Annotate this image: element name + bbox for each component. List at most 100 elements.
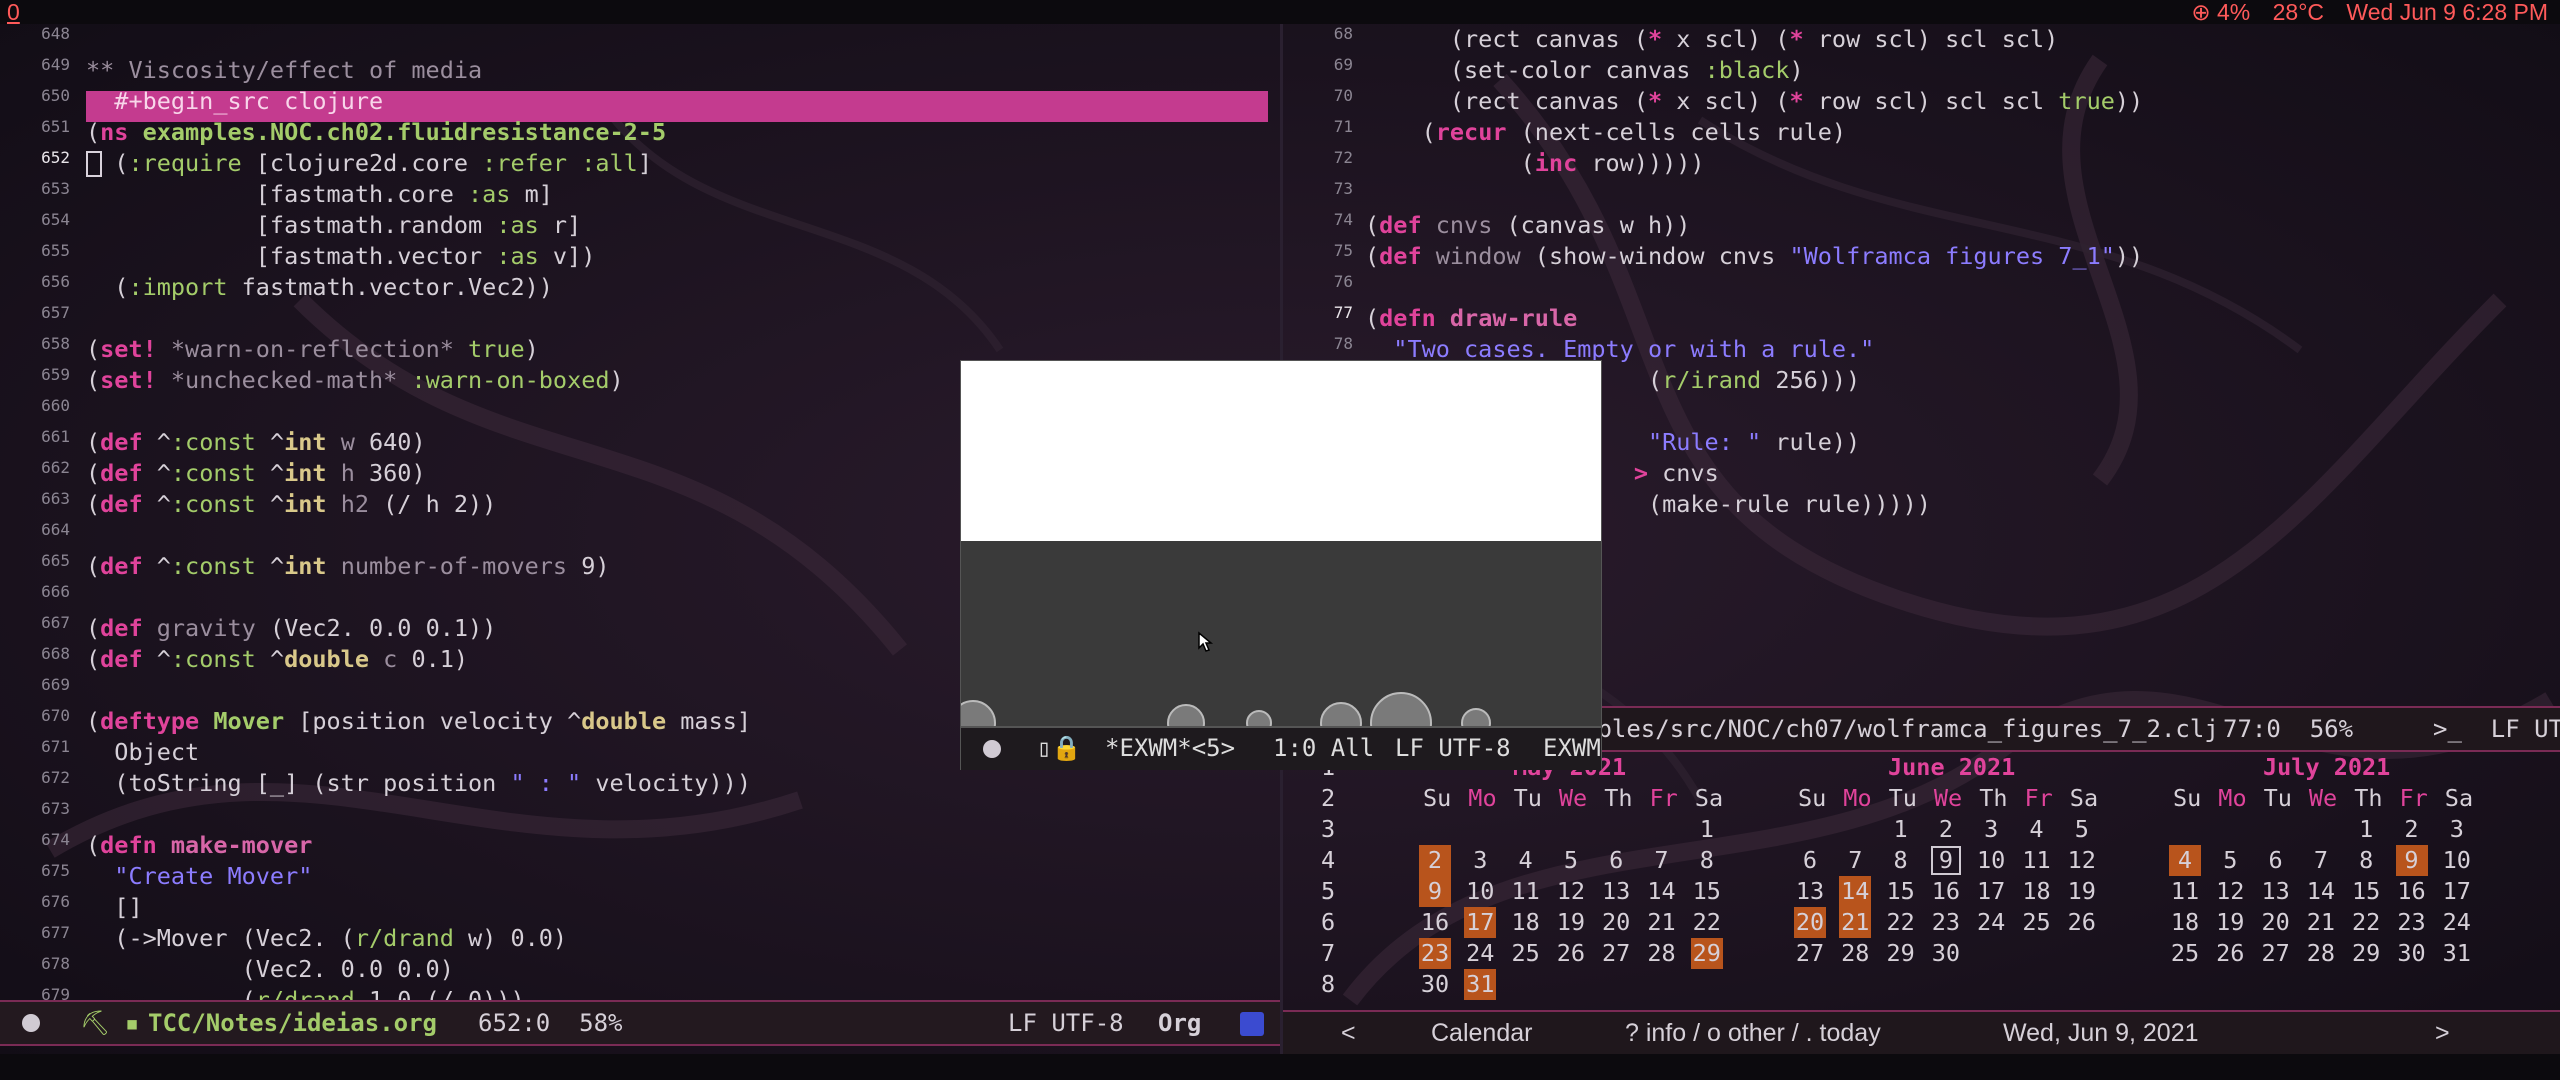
calendar-day[interactable]: 24: [1975, 907, 2007, 938]
echo-area[interactable]: [0, 1054, 2560, 1080]
calendar-day[interactable]: 13: [2260, 876, 2292, 907]
calendar-day[interactable]: 18: [1510, 907, 1542, 938]
code-line[interactable]: [fastmath.core :as m]: [86, 179, 553, 210]
calendar-day[interactable]: 8: [2350, 845, 2382, 876]
code-line[interactable]: (set! *warn-on-reflection* true): [86, 334, 539, 365]
calendar-day[interactable]: 9: [1419, 876, 1451, 907]
calendar-day[interactable]: 5: [2066, 814, 2098, 845]
calendar-day[interactable]: 4: [1510, 845, 1542, 876]
calendar-day[interactable]: 23: [2396, 907, 2428, 938]
calendar-day[interactable]: 20: [1600, 907, 1632, 938]
calendar-day[interactable]: 30: [2396, 938, 2428, 969]
buffer-path[interactable]: mples/src/NOC/ch07/wolframca_figures_7_2…: [1583, 708, 2219, 750]
code-line[interactable]: (def ^:const ^int h 360): [86, 458, 426, 489]
calendar-day[interactable]: 24: [2441, 907, 2473, 938]
encoding[interactable]: LF UTF-8: [1395, 728, 1511, 768]
code-line[interactable]: (def gravity (Vec2. 0.0 0.1)): [86, 613, 496, 644]
code-line[interactable]: (defn make-mover: [86, 830, 312, 861]
next-month-button[interactable]: >: [2435, 1012, 2450, 1054]
calendar-day[interactable]: 20: [2260, 907, 2292, 938]
calendar-day[interactable]: 22: [1885, 907, 1917, 938]
calendar-day[interactable]: 30: [1930, 938, 1962, 969]
code-line[interactable]: #+begin_src clojure: [86, 86, 383, 117]
calendar-day[interactable]: 5: [2214, 845, 2246, 876]
calendar-day[interactable]: 16: [1419, 907, 1451, 938]
calendar-day[interactable]: 4: [2021, 814, 2053, 845]
calendar-day[interactable]: 29: [1885, 938, 1917, 969]
calendar-day[interactable]: 30: [1419, 969, 1451, 1000]
code-line[interactable]: (rect canvas (* x scl) (* row scl) scl s…: [1365, 24, 2058, 55]
calendar-day[interactable]: 22: [2350, 907, 2382, 938]
calendar-day[interactable]: 14: [1646, 876, 1678, 907]
calendar-day[interactable]: 26: [2214, 938, 2246, 969]
calendar-day[interactable]: 31: [1464, 969, 1497, 1000]
calendar-day[interactable]: 8: [1885, 845, 1917, 876]
calendar-day[interactable]: 20: [1794, 907, 1826, 938]
calendar-day[interactable]: 25: [1510, 938, 1542, 969]
encoding[interactable]: >_ LF UT: [2433, 708, 2560, 750]
calendar-day[interactable]: 9: [2395, 845, 2428, 876]
calendar-day[interactable]: 13: [1600, 876, 1632, 907]
calendar-day[interactable]: 1: [2350, 814, 2382, 845]
calendar-day[interactable]: 17: [2441, 876, 2473, 907]
calendar-day[interactable]: 8: [1691, 845, 1723, 876]
calendar-day[interactable]: 17: [1464, 907, 1497, 938]
calendar-day[interactable]: 25: [2021, 907, 2053, 938]
calendar-day[interactable]: 12: [2066, 845, 2098, 876]
calendar-day[interactable]: 7: [1646, 845, 1678, 876]
calendar-day[interactable]: 10: [2441, 845, 2473, 876]
calendar-day[interactable]: 28: [1646, 938, 1678, 969]
calendar-day[interactable]: 3: [1975, 814, 2007, 845]
code-line[interactable]: (:import fastmath.vector.Vec2)): [86, 272, 553, 303]
calendar-day[interactable]: 24: [1464, 938, 1496, 969]
calendar-day[interactable]: 23: [1930, 907, 1962, 938]
buffer-path[interactable]: TCC/Notes/ideias.org: [148, 1002, 437, 1044]
code-line[interactable]: (def cnvs (canvas w h)): [1365, 210, 1690, 241]
calendar-day[interactable]: 7: [2305, 845, 2337, 876]
calendar-day[interactable]: 21: [2305, 907, 2337, 938]
calendar-day[interactable]: 11: [1510, 876, 1542, 907]
calendar-day[interactable]: 28: [2305, 938, 2337, 969]
code-line[interactable]: (set-color canvas :black): [1365, 55, 1804, 86]
calendar-day[interactable]: 19: [2214, 907, 2246, 938]
calendar-day[interactable]: 31: [2441, 938, 2473, 969]
prev-month-button[interactable]: <: [1341, 1012, 1356, 1054]
calendar-day[interactable]: 18: [2021, 876, 2053, 907]
code-line[interactable]: [fastmath.vector :as v]): [86, 241, 596, 272]
calendar-day[interactable]: 11: [2169, 876, 2201, 907]
code-line[interactable]: (def ^:const ^int number-of-movers 9): [86, 551, 610, 582]
calendar-day[interactable]: 27: [1600, 938, 1632, 969]
code-line[interactable]: (Vec2. 0.0 0.0): [86, 954, 454, 985]
canvas-area[interactable]: [961, 361, 1601, 541]
code-line[interactable]: Object: [86, 737, 199, 768]
calendar-day[interactable]: 5: [1555, 845, 1587, 876]
calendar-day[interactable]: 19: [1555, 907, 1587, 938]
calendar-day[interactable]: 19: [2066, 876, 2098, 907]
major-mode[interactable]: Org: [1158, 1002, 1201, 1044]
calendar-day[interactable]: 1: [1885, 814, 1917, 845]
calendar-day[interactable]: 21: [1839, 907, 1872, 938]
major-mode[interactable]: EXWM: [1543, 728, 1601, 768]
calendar-day[interactable]: 2: [1930, 814, 1962, 845]
encoding[interactable]: LF UTF-8: [1008, 1002, 1124, 1044]
calendar-day[interactable]: 6: [1794, 845, 1826, 876]
code-line[interactable]: [fastmath.random :as r]: [86, 210, 581, 241]
calendar-day[interactable]: 1: [1691, 814, 1723, 845]
calendar-day[interactable]: 23: [1419, 938, 1451, 969]
calendar-day[interactable]: 3: [1464, 845, 1496, 876]
calendar-day[interactable]: 14: [1839, 876, 1872, 907]
calendar-day[interactable]: 21: [1646, 907, 1678, 938]
calendar-day[interactable]: 18: [2169, 907, 2201, 938]
code-line[interactable]: []: [86, 892, 142, 923]
calendar-day[interactable]: 27: [1794, 938, 1826, 969]
code-line[interactable]: (:require [clojure2d.core :refer :all]: [86, 148, 652, 179]
workspace-indicator[interactable]: 0: [7, 0, 20, 24]
calendar-day[interactable]: 7: [1839, 845, 1871, 876]
code-line[interactable]: (def ^:const ^int h2 (/ h 2)): [86, 489, 496, 520]
calendar-day[interactable]: 15: [1885, 876, 1917, 907]
calendar-day[interactable]: 2: [2396, 814, 2428, 845]
calendar-day[interactable]: 27: [2260, 938, 2292, 969]
calendar-day[interactable]: 12: [1555, 876, 1587, 907]
calendar-day[interactable]: 2: [1419, 845, 1451, 876]
code-line[interactable]: (def ^:const ^int w 640): [86, 427, 426, 458]
